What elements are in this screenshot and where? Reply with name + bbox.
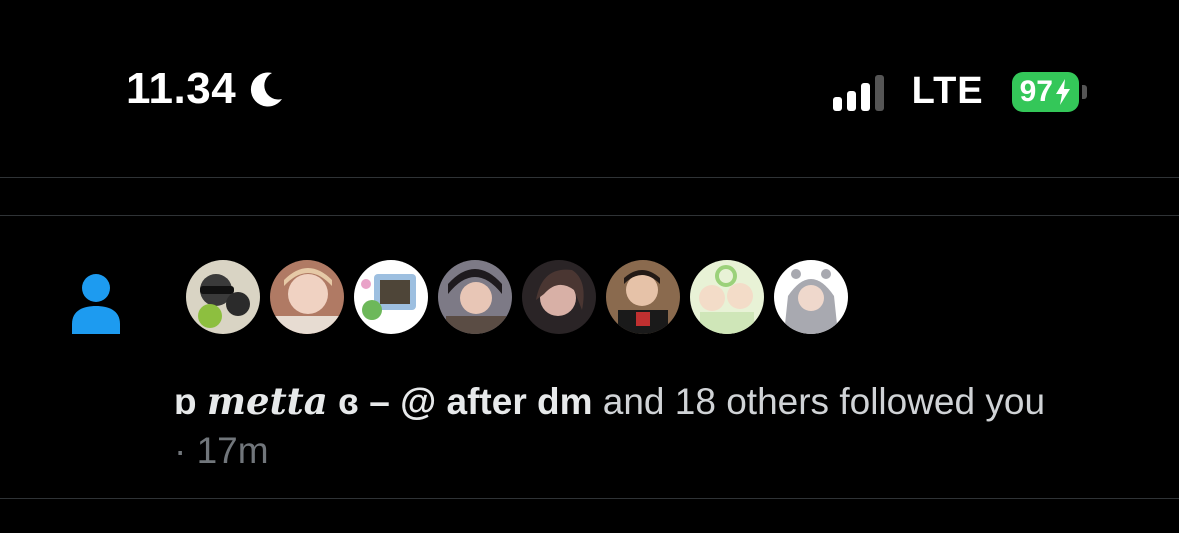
notification-text[interactable]: ɒ metta ɞ – @ after dm and 18 others fol… — [174, 378, 1045, 425]
charging-bolt-icon — [1056, 78, 1070, 105]
moon-icon — [251, 72, 283, 107]
notification-meta: · 17m — [174, 428, 269, 474]
person-icon — [72, 274, 120, 334]
avatar[interactable] — [270, 260, 344, 334]
notification-message: and 18 others followed you — [592, 381, 1046, 422]
status-time: 11.34 — [126, 64, 286, 114]
avatar[interactable] — [354, 260, 428, 334]
avatar[interactable] — [186, 260, 260, 334]
follower-avatars — [186, 260, 848, 334]
username-fancy: metta — [206, 379, 328, 423]
network-type: LTE — [911, 70, 984, 112]
notification-time: 17m — [196, 430, 269, 471]
divider — [0, 177, 1179, 178]
divider — [0, 498, 1179, 499]
notification-username[interactable]: ɒ metta ɞ – @ after dm — [174, 379, 593, 423]
avatar[interactable] — [690, 260, 764, 334]
time-text: 11.34 — [126, 64, 237, 113]
battery-cap — [1082, 84, 1087, 99]
avatar[interactable] — [606, 260, 680, 334]
separator-dot: · — [174, 430, 187, 471]
avatar[interactable] — [774, 260, 848, 334]
avatar[interactable] — [438, 260, 512, 334]
avatar[interactable] — [522, 260, 596, 334]
status-indicators: LTE 97 — [832, 70, 1087, 113]
username-prefix: ɒ — [174, 381, 197, 422]
divider — [0, 215, 1179, 216]
signal-strength-icon — [832, 73, 884, 111]
screen: 11.34 LTE 97 ɒ metta ɞ – @ after dm and … — [0, 0, 1179, 533]
battery-percent: 97 — [1019, 74, 1053, 108]
battery-indicator: 97 — [1011, 71, 1087, 112]
username-suffix: ɞ – @ after dm — [338, 381, 593, 422]
